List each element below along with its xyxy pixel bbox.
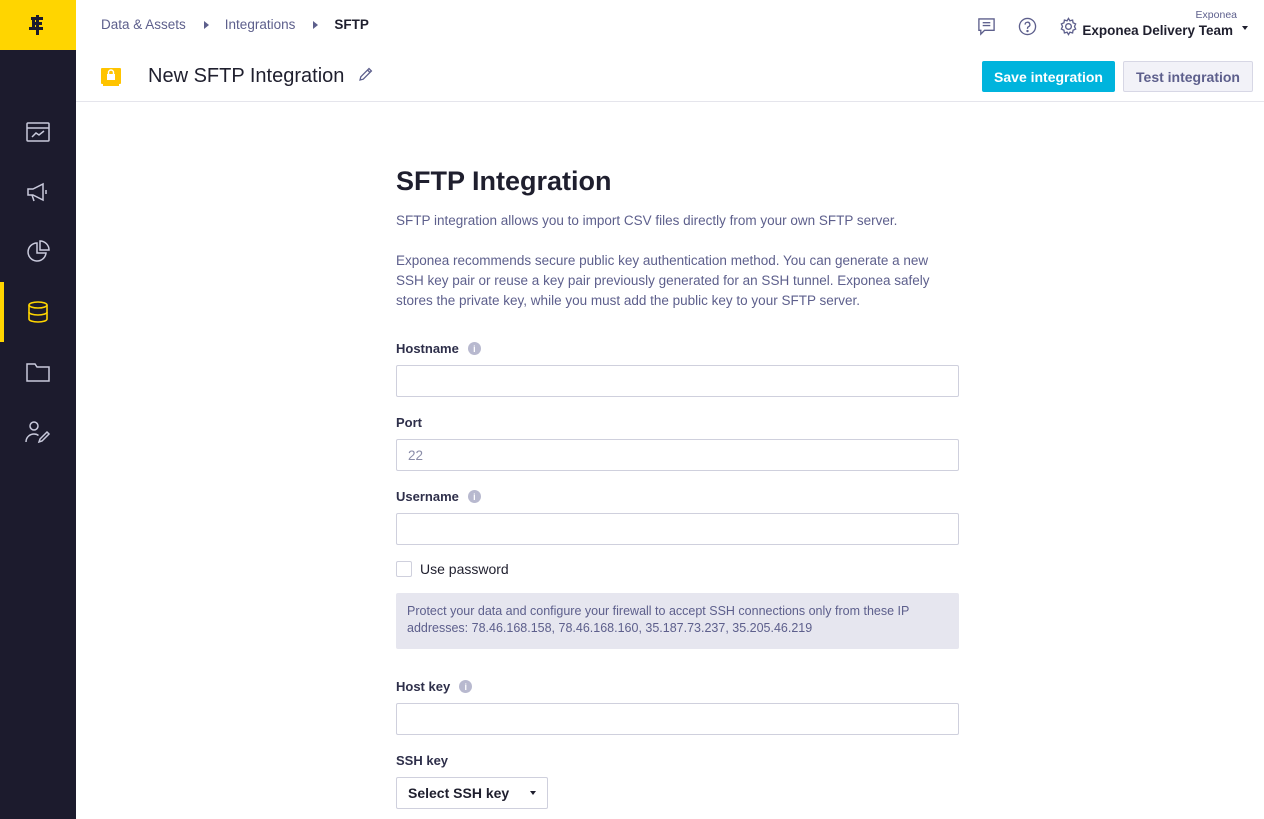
page-title: New SFTP Integration [148, 65, 345, 87]
username-label-text: Username [396, 489, 459, 504]
breadcrumb: Data & Assets Integrations SFTP [101, 17, 369, 32]
database-icon [28, 301, 48, 323]
sidebar [0, 0, 76, 819]
hostname-info-icon[interactable]: i [467, 342, 481, 355]
form-intro: SFTP integration allows you to import CS… [396, 213, 898, 228]
chat-icon[interactable] [977, 17, 996, 36]
username-info-icon[interactable]: i [467, 490, 481, 503]
exponea-logo[interactable] [0, 0, 76, 50]
account-team-label: Exponea Delivery Team [1082, 23, 1233, 38]
page-header: New SFTP Integration Save integration Te… [76, 50, 1264, 102]
user-edit-icon [25, 421, 51, 444]
port-input[interactable] [396, 439, 959, 471]
host-key-info-icon[interactable]: i [459, 680, 473, 693]
pencil-icon[interactable] [359, 67, 373, 81]
host-key-input[interactable] [396, 703, 959, 735]
use-password-option[interactable]: Use password [396, 561, 509, 577]
breadcrumb-current: SFTP [334, 17, 369, 32]
sidebar-item-files[interactable] [0, 342, 76, 402]
top-icons [977, 17, 1078, 36]
host-key-label-text: Host key [396, 679, 451, 694]
use-password-label: Use password [420, 561, 509, 577]
ssh-key-select[interactable]: Select SSH key [396, 777, 548, 809]
username-label: Username i [396, 489, 481, 504]
breadcrumb-separator-icon [313, 20, 319, 29]
form-description: Exponea recommends secure public key aut… [396, 253, 930, 308]
sidebar-item-analyses[interactable] [0, 222, 76, 282]
host-key-label: Host key i [396, 679, 473, 694]
breadcrumb-data-assets[interactable]: Data & Assets [101, 17, 186, 32]
use-password-checkbox[interactable] [396, 561, 412, 577]
breadcrumb-separator-icon [203, 20, 209, 29]
save-integration-button[interactable]: Save integration [982, 61, 1115, 92]
sftp-lock-icon [101, 68, 121, 86]
port-label: Port [396, 415, 422, 430]
account-team: Exponea Delivery Team [1082, 23, 1248, 38]
settings-icon[interactable] [1059, 17, 1078, 36]
hostname-input[interactable] [396, 365, 959, 397]
ssh-key-label-text: SSH key [396, 753, 449, 768]
chevron-down-icon [530, 791, 536, 795]
help-icon[interactable] [1018, 17, 1037, 36]
megaphone-icon [27, 182, 47, 202]
account-organization: Exponea [1195, 9, 1237, 21]
account-switcher[interactable]: Exponea Exponea Delivery Team [1082, 9, 1248, 38]
breadcrumb-integrations[interactable]: Integrations [225, 17, 296, 32]
sidebar-item-data-assets[interactable] [0, 282, 76, 342]
username-input[interactable] [396, 513, 959, 545]
sidebar-item-customers[interactable] [0, 402, 76, 462]
sidebar-item-dashboards[interactable] [0, 102, 76, 162]
chevron-down-icon [1242, 25, 1248, 30]
sftp-form: SFTP Integration SFTP integration allows… [396, 166, 959, 809]
hostname-label-text: Hostname [396, 341, 459, 356]
folder-icon [26, 363, 50, 382]
calendar-chart-icon [26, 122, 50, 142]
top-bar: Data & Assets Integrations SFTP Exponea … [76, 0, 1264, 50]
test-integration-button[interactable]: Test integration [1123, 61, 1253, 92]
form-heading: SFTP Integration [396, 166, 612, 196]
ssh-key-label: SSH key [396, 753, 448, 768]
pie-chart-icon [27, 240, 50, 262]
port-label-text: Port [396, 415, 422, 430]
ssh-key-select-value: Select SSH key [408, 785, 510, 801]
hostname-label: Hostname i [396, 341, 481, 356]
sidebar-item-campaigns[interactable] [0, 162, 76, 222]
firewall-notice: Protect your data and configure your fir… [396, 593, 959, 649]
